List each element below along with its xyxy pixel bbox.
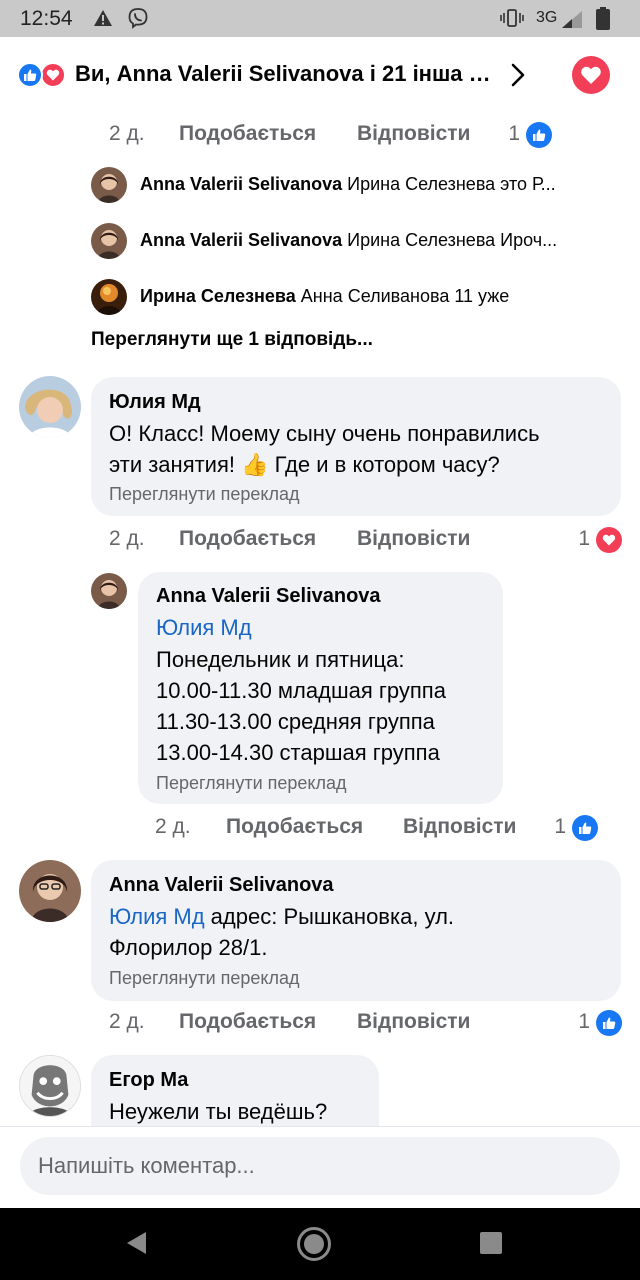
comment-text-line: Понедельник и пятница:	[156, 647, 405, 672]
comment-time: 2 д.	[155, 815, 191, 838]
like-button[interactable]: Подобається	[179, 122, 316, 146]
reply-author[interactable]: Anna Valerii Selivanova	[140, 174, 342, 194]
comment-bubble: Юлия Мд О! Класс! Моему сыну очень понра…	[91, 377, 621, 516]
love-icon	[40, 62, 66, 88]
reply-text: Ирина Селезнева Ироч...	[347, 230, 558, 250]
view-more-replies-link[interactable]: Переглянути ще 1 відповідь...	[91, 329, 373, 351]
reaction-count[interactable]: 1	[566, 1010, 622, 1036]
comment-text-line: Неужели ты ведёшь?	[109, 1099, 328, 1124]
comment-time: 2 д.	[109, 527, 145, 550]
reaction-count-number: 1	[578, 527, 590, 550]
reactions-summary[interactable]: Ви, Anna Valerii Selivanova і 21 інша о.…	[0, 37, 640, 113]
like-icon	[17, 62, 43, 88]
comment-time: 2 д.	[109, 1010, 145, 1033]
see-translation-link[interactable]: Переглянути переклад	[156, 773, 347, 794]
reply-button[interactable]: Відповісти	[403, 815, 516, 839]
comment-text-line: 13.00-14.30 старшая группа	[156, 740, 440, 765]
comment-time: 2 д.	[109, 122, 145, 145]
viber-icon	[128, 8, 148, 29]
mention-link[interactable]: Юлия Мд	[109, 904, 205, 929]
comment-bubble: Anna Valerii Selivanova Юлия Мд адрес: Р…	[91, 860, 621, 1001]
reply-button[interactable]: Відповісти	[357, 527, 470, 551]
comment-text-line: Юлия Мд адрес: Рышкановка, ул.	[109, 901, 454, 932]
comment-text-line: эти занятия! 👍 Где и в котором часу?	[109, 452, 500, 477]
reply-text: Анна Селиванова 11 уже	[300, 286, 510, 306]
comment-action-row: 2 д. Подобається Відповісти 1	[0, 815, 640, 845]
comment-author[interactable]: Егор Ма	[109, 1069, 188, 1092]
like-button[interactable]: Подобається	[179, 1010, 316, 1034]
see-translation-link[interactable]: Переглянути переклад	[109, 968, 300, 989]
see-translation-link[interactable]: Переглянути переклад	[109, 484, 300, 505]
avatar[interactable]	[91, 223, 127, 259]
comment-author[interactable]: Anna Valerii Selivanova	[109, 874, 334, 897]
love-icon	[596, 527, 622, 553]
reaction-count-number: 1	[508, 122, 520, 145]
reactions-text: Ви, Anna Valerii Selivanova і 21 інша о.…	[75, 61, 500, 86]
status-bar: 12:54 3G	[0, 0, 640, 37]
reaction-count-number: 1	[554, 815, 566, 838]
like-button[interactable]: Подобається	[179, 527, 316, 551]
vibrate-icon	[500, 9, 524, 27]
avatar[interactable]	[19, 376, 81, 438]
chevron-right-icon[interactable]	[510, 62, 526, 88]
reaction-count-number: 1	[578, 1010, 590, 1033]
recents-icon[interactable]	[480, 1232, 502, 1254]
warning-icon	[94, 10, 112, 26]
comment-bubble: Anna Valerii Selivanova Юлия Мд Понедель…	[138, 572, 503, 804]
comment-input[interactable]	[20, 1137, 620, 1195]
like-button[interactable]: Подобається	[226, 815, 363, 839]
mention-link[interactable]: Юлия Мд	[156, 612, 252, 643]
like-icon	[526, 122, 552, 148]
system-nav-bar	[0, 1208, 640, 1280]
reply-button[interactable]: Відповісти	[357, 1010, 470, 1034]
network-type: 3G	[536, 9, 558, 26]
comment-author[interactable]: Anna Valerii Selivanova	[156, 585, 381, 608]
status-time: 12:54	[20, 7, 73, 30]
reply-text: Ирина Селезнева это Р...	[347, 174, 556, 194]
reaction-count[interactable]: 1	[542, 815, 598, 841]
comment-text: адрес: Рышкановка, ул.	[204, 904, 455, 929]
avatar[interactable]	[19, 1055, 81, 1117]
reply-preview[interactable]: Anna Valerii Selivanova Ирина Селезнева …	[140, 174, 620, 202]
comment-author[interactable]: Юлия Мд	[109, 391, 201, 414]
comment-text-line: Флорилор 28/1.	[109, 935, 268, 960]
comment-composer	[0, 1126, 640, 1208]
comment-action-row: 2 д. Подобається Відповісти 1	[0, 1010, 640, 1040]
comment-text-line: 10.00-11.30 младшая группа	[156, 678, 446, 703]
top-action-row: 2 д. Подобається Відповісти 1	[0, 122, 640, 152]
reply-preview[interactable]: Ирина Селезнева Анна Селиванова 11 уже	[140, 286, 620, 314]
signal-icon	[562, 11, 582, 28]
like-icon	[596, 1010, 622, 1036]
reaction-count[interactable]: 1	[496, 122, 552, 148]
reaction-count[interactable]: 1	[566, 527, 622, 553]
comment-text-line: 11.30-13.00 средняя группа	[156, 709, 435, 734]
battery-icon	[596, 7, 610, 30]
avatar[interactable]	[91, 279, 127, 315]
avatar[interactable]	[91, 167, 127, 203]
love-reaction-button[interactable]	[572, 56, 610, 94]
reply-author[interactable]: Anna Valerii Selivanova	[140, 230, 342, 250]
back-icon[interactable]	[124, 1230, 148, 1256]
reply-author[interactable]: Ирина Селезнева	[140, 286, 296, 306]
comment-action-row: 2 д. Подобається Відповісти 1	[0, 527, 640, 557]
reply-button[interactable]: Відповісти	[357, 122, 470, 146]
avatar[interactable]	[91, 573, 127, 609]
comment-text-line: О! Класс! Моему сыну очень понравились	[109, 421, 540, 446]
reply-preview[interactable]: Anna Valerii Selivanova Ирина Селезнева …	[140, 230, 620, 258]
like-icon	[572, 815, 598, 841]
home-icon[interactable]	[296, 1226, 332, 1262]
avatar[interactable]	[19, 860, 81, 922]
